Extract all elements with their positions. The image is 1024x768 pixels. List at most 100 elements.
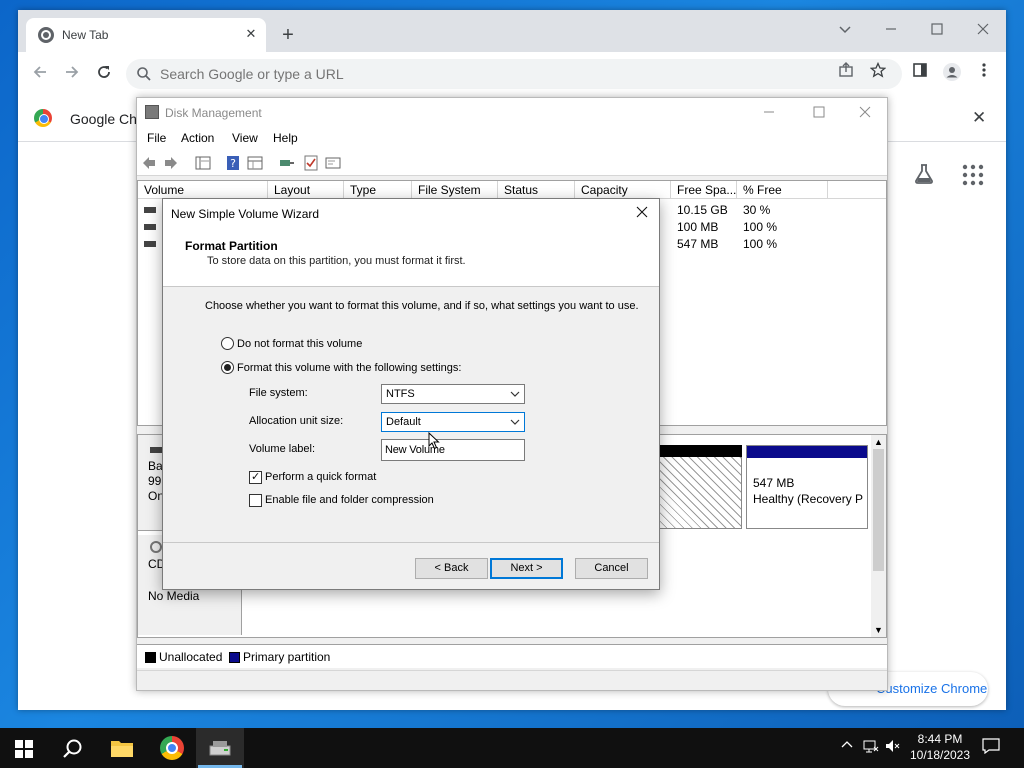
info-bar-close-icon[interactable]: ✕ [972, 108, 986, 128]
search-icon [137, 67, 151, 81]
start-button[interactable] [0, 728, 48, 768]
chrome-labs-flask-icon[interactable] [912, 162, 936, 186]
back-icon[interactable] [141, 155, 157, 171]
profile-avatar-icon[interactable] [940, 62, 964, 86]
label-format-volume[interactable]: Format this volume with the following se… [237, 362, 461, 374]
compression-checkbox[interactable] [249, 494, 262, 507]
scrollbar-thumb[interactable] [873, 449, 884, 571]
row3-percent-free: 100 % [743, 237, 778, 251]
scroll-down-icon[interactable]: ▼ [874, 625, 883, 635]
minimize-icon[interactable] [868, 16, 914, 46]
dm-close-icon[interactable] [845, 102, 885, 124]
next-button[interactable]: Next > [490, 558, 563, 579]
legend-swatch-primary [229, 652, 240, 663]
disk-management-titlebar[interactable]: Disk Management [137, 98, 887, 128]
svg-text:?: ? [230, 157, 236, 170]
notifications-icon[interactable] [982, 738, 1000, 758]
scroll-up-icon[interactable]: ▲ [874, 437, 883, 447]
reload-icon[interactable] [92, 62, 116, 86]
chevron-down-icon [510, 387, 520, 404]
info-bar-text: Google Chr [70, 111, 142, 127]
search-icon [63, 739, 82, 758]
share-icon[interactable] [834, 62, 858, 86]
col-volume[interactable]: Volume [138, 181, 268, 199]
tab-new-tab[interactable]: New Tab ✕ [26, 18, 266, 52]
disk-management-icon [209, 741, 231, 756]
tray-chevron-up-icon[interactable] [838, 738, 856, 758]
dm-maximize-icon[interactable] [799, 102, 839, 124]
console-window-icon[interactable] [325, 155, 341, 171]
tab-search-chevron-icon[interactable] [822, 16, 868, 46]
file-system-select[interactable]: NTFS [381, 384, 525, 404]
row2-free-space: 100 MB [677, 220, 719, 234]
compression-label[interactable]: Enable file and folder compression [265, 494, 434, 506]
forward-icon[interactable] [163, 155, 179, 171]
back-arrow-icon[interactable] [28, 62, 52, 86]
menu-help[interactable]: Help [273, 131, 298, 145]
quick-format-label[interactable]: Perform a quick format [265, 471, 376, 483]
partition-selected-hatched[interactable] [658, 445, 742, 529]
menu-file[interactable]: File [147, 131, 166, 145]
taskbar-chrome[interactable] [148, 728, 196, 768]
wizard-titlebar[interactable]: New Simple Volume Wizard [163, 199, 659, 229]
col-capacity[interactable]: Capacity [575, 181, 671, 199]
wizard-body: Choose whether you want to format this v… [163, 288, 659, 542]
graph-vertical-scrollbar[interactable]: ▲ ▼ [871, 435, 886, 637]
connect-icon[interactable] [279, 155, 295, 171]
wizard-close-icon[interactable] [631, 203, 653, 225]
allocation-unit-select[interactable]: Default [381, 412, 525, 432]
omnibox[interactable] [126, 59, 902, 89]
clock-date[interactable]: 10/18/2023 [906, 748, 974, 762]
back-button[interactable]: < Back [415, 558, 488, 579]
legend-primary: Primary partition [243, 650, 331, 664]
forward-arrow-icon[interactable] [60, 62, 84, 86]
chevron-down-icon [510, 415, 520, 432]
col-layout[interactable]: Layout [268, 181, 344, 199]
dm-minimize-icon[interactable] [749, 102, 789, 124]
col-free-space[interactable]: Free Spa... [671, 181, 737, 199]
taskbar-search-button[interactable] [48, 728, 96, 768]
radio-do-not-format[interactable] [221, 337, 234, 350]
tab-close-icon[interactable]: ✕ [242, 25, 260, 43]
omnibox-input[interactable] [160, 59, 800, 89]
wizard-heading: Format Partition [185, 239, 278, 253]
folder-icon [111, 741, 133, 757]
more-menu-icon[interactable] [972, 62, 996, 86]
clock-time[interactable]: 8:44 PM [906, 732, 974, 746]
label-do-not-format[interactable]: Do not format this volume [237, 338, 362, 350]
partition-recovery[interactable]: 547 MB Healthy (Recovery P [746, 445, 868, 529]
help-icon[interactable]: ? [225, 155, 241, 171]
windows-logo-icon [15, 740, 33, 758]
wizard-title: New Simple Volume Wizard [171, 207, 320, 221]
col-percent-free[interactable]: % Free [737, 181, 828, 199]
menu-view[interactable]: View [232, 131, 258, 145]
close-window-icon[interactable] [960, 16, 1006, 46]
col-status[interactable]: Status [498, 181, 575, 199]
menu-action[interactable]: Action [181, 131, 214, 145]
file-system-value: NTFS [386, 388, 415, 400]
wizard-subheading: To store data on this partition, you mus… [207, 255, 466, 267]
recovery-status: Healthy (Recovery P [753, 492, 864, 506]
volume-label-input[interactable] [381, 439, 525, 461]
google-apps-grid-icon[interactable] [962, 164, 984, 186]
checklist-icon[interactable] [303, 155, 319, 171]
row1-free-space: 10.15 GB [677, 203, 728, 217]
col-file-system[interactable]: File System [412, 181, 498, 199]
disk-management-app-icon [145, 105, 159, 119]
console-tree-icon[interactable] [195, 155, 211, 171]
taskbar-disk-management[interactable] [196, 728, 244, 768]
taskbar-file-explorer[interactable] [98, 728, 146, 768]
volume-muted-icon[interactable] [884, 738, 902, 758]
maximize-icon[interactable] [914, 16, 960, 46]
network-icon[interactable] [862, 738, 880, 758]
mouse-cursor-icon [428, 432, 440, 450]
col-type[interactable]: Type [344, 181, 412, 199]
cancel-button[interactable]: Cancel [575, 558, 648, 579]
side-panel-icon[interactable] [908, 62, 932, 86]
properties-pane-icon[interactable] [247, 155, 263, 171]
radio-format-volume[interactable] [221, 361, 234, 374]
disk-management-title: Disk Management [165, 106, 262, 120]
new-tab-button[interactable]: + [276, 24, 300, 48]
bookmark-star-icon[interactable] [866, 61, 890, 86]
quick-format-checkbox[interactable] [249, 470, 262, 484]
